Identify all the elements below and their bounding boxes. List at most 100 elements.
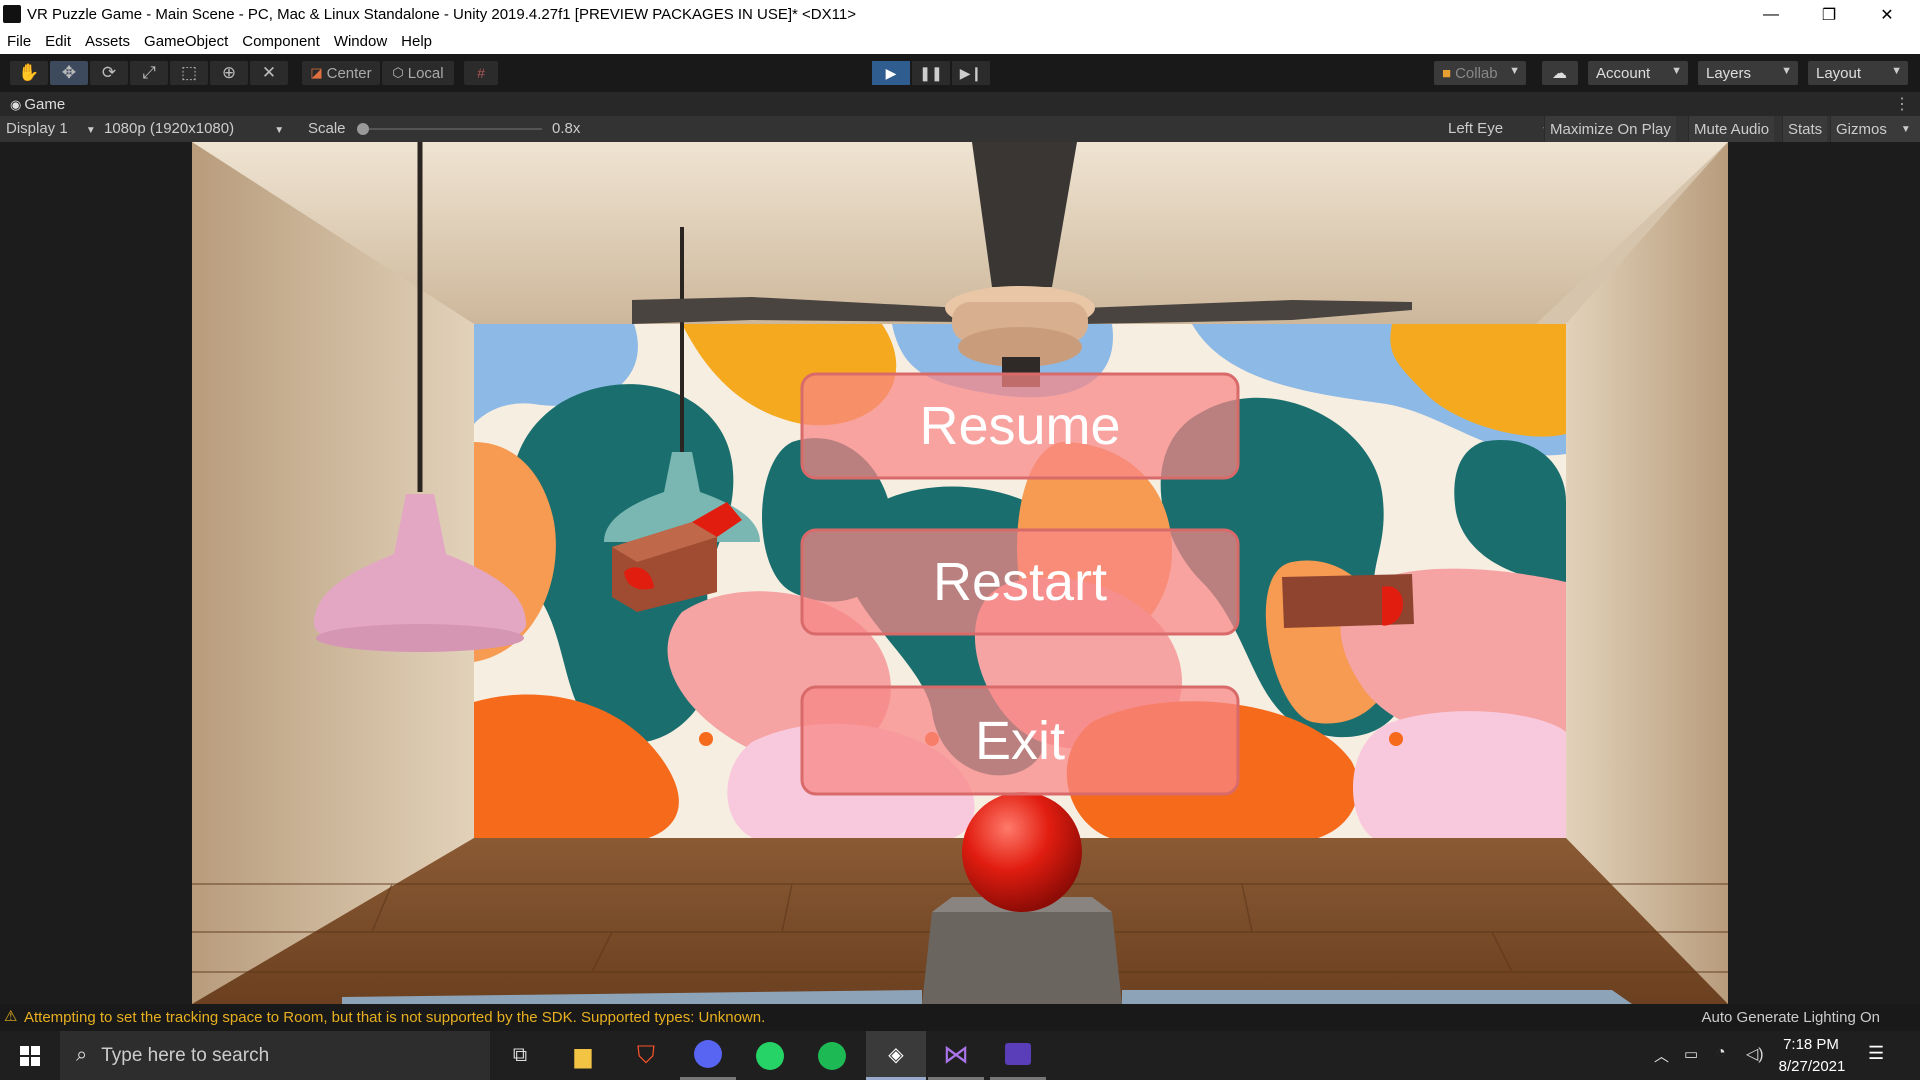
- game-view-toolbar: Display 1 ▼ 1080p (1920x1080) ▼ Scale 0.…: [0, 116, 1920, 142]
- gamepad-icon: ◉: [10, 97, 22, 112]
- play-button[interactable]: ▶: [872, 61, 910, 85]
- notification-icon[interactable]: ☰: [1868, 1043, 1884, 1064]
- hand-icon: ✋: [18, 63, 40, 82]
- discord-button[interactable]: [680, 1031, 736, 1080]
- menu-assets[interactable]: Assets: [78, 29, 137, 54]
- account-label: Account: [1596, 64, 1651, 82]
- status-bar: ⚠ Attempting to set the tracking space t…: [0, 1004, 1920, 1031]
- stats-toggle[interactable]: Stats: [1782, 116, 1828, 142]
- game-scene[interactable]: Resume Restart Exit: [192, 142, 1728, 1004]
- menu-file[interactable]: File: [0, 29, 38, 54]
- game-tab-bar: ◉ Game ⋮: [0, 92, 1920, 116]
- collab-label: Collab: [1455, 64, 1498, 82]
- menu-component[interactable]: Component: [235, 29, 327, 54]
- maximize-button[interactable]: ❐: [1800, 0, 1858, 29]
- resolution-dropdown[interactable]: 1080p (1920x1080) ▼: [104, 120, 284, 137]
- file-explorer-button[interactable]: ▆: [555, 1031, 611, 1080]
- scale-slider-thumb[interactable]: [357, 123, 369, 135]
- display-dropdown[interactable]: Display 1 ▼: [6, 120, 96, 137]
- windows-icon: [20, 1045, 40, 1066]
- hand-tool-button[interactable]: ✋: [10, 61, 48, 85]
- layers-dropdown[interactable]: Layers ▼: [1698, 61, 1798, 85]
- resolution-label: 1080p (1920x1080): [104, 120, 235, 137]
- move-icon: ✥: [61, 63, 77, 82]
- visual-studio-icon: ⋈: [943, 1038, 969, 1069]
- chevron-up-icon[interactable]: ︿: [1654, 1045, 1669, 1066]
- rotate-icon: ⟳: [101, 63, 117, 82]
- unity-button[interactable]: ◈: [866, 1031, 926, 1080]
- task-view-button[interactable]: ⧉: [492, 1031, 548, 1080]
- scale-value: 0.8x: [552, 120, 581, 137]
- resume-button[interactable]: Resume: [802, 374, 1238, 478]
- windows-taskbar: ⌕ Type here to search ⧉ ▆ ⛉ ◈ ⋈ ︿ ▭ ◔ ◁)…: [0, 1031, 1920, 1080]
- clock-date[interactable]: 8/27/2021: [1772, 1058, 1852, 1075]
- layout-dropdown[interactable]: Layout ▼: [1808, 61, 1908, 85]
- step-button[interactable]: ▶❙: [952, 61, 990, 85]
- account-dropdown[interactable]: Account ▼: [1588, 61, 1688, 85]
- brave-button[interactable]: ⛉: [618, 1031, 674, 1080]
- eye-label: Left Eye: [1448, 120, 1504, 137]
- volume-icon[interactable]: ◁): [1746, 1044, 1764, 1064]
- grid-snap-button[interactable]: #: [464, 61, 498, 85]
- tools-icon: ✕: [261, 63, 277, 82]
- rect-icon: ⬚: [180, 63, 198, 82]
- step-icon: ▶❙: [959, 64, 983, 81]
- close-button[interactable]: ✕: [1858, 0, 1916, 29]
- rotate-tool-button[interactable]: ⟳: [90, 61, 128, 85]
- scale-slider-track[interactable]: [360, 128, 542, 130]
- tab-game-label: Game: [24, 96, 66, 113]
- chevron-down-icon: ▼: [1900, 123, 1911, 135]
- menu-window[interactable]: Window: [327, 29, 394, 54]
- gizmos-dropdown[interactable]: Gizmos ▼: [1830, 116, 1920, 142]
- menu-gameobject[interactable]: GameObject: [137, 29, 235, 54]
- warning-icon: ⚠: [4, 1008, 18, 1025]
- start-button[interactable]: [0, 1031, 60, 1080]
- cloud-button[interactable]: ☁: [1542, 61, 1578, 85]
- brave-icon: ⛉: [637, 1041, 655, 1069]
- video-editor-button[interactable]: [990, 1031, 1046, 1080]
- pivot-label: Center: [326, 64, 372, 82]
- menu-help[interactable]: Help: [394, 29, 439, 54]
- scale-tool-button[interactable]: ⤢: [130, 61, 168, 85]
- move-tool-button[interactable]: ✥: [50, 61, 88, 85]
- menu-edit[interactable]: Edit: [38, 29, 78, 54]
- exit-button[interactable]: Exit: [802, 687, 1238, 794]
- whatsapp-button[interactable]: [742, 1031, 798, 1080]
- search-placeholder: Type here to search: [101, 1044, 270, 1066]
- layers-label: Layers: [1706, 64, 1752, 82]
- wifi-icon[interactable]: ◔: [1716, 1044, 1726, 1062]
- collab-dropdown[interactable]: ■ Collab ▼: [1434, 61, 1526, 85]
- eye-dropdown[interactable]: Left Eye ▼: [1448, 120, 1551, 137]
- custom-tool-button[interactable]: ✕: [250, 61, 288, 85]
- more-options-icon[interactable]: ⋮: [1894, 94, 1910, 114]
- chevron-down-icon: ▼: [1671, 65, 1682, 77]
- layout-label: Layout: [1816, 64, 1862, 82]
- pause-icon: ❚❚: [919, 64, 943, 81]
- console-warning-message[interactable]: Attempting to set the tracking space to …: [24, 1009, 765, 1026]
- minimize-button[interactable]: —: [1742, 0, 1800, 29]
- whatsapp-icon: [756, 1041, 784, 1070]
- clock-time[interactable]: 7:18 PM: [1776, 1036, 1846, 1053]
- pivot-center-button[interactable]: ◪ Center: [302, 61, 380, 85]
- discord-icon: [694, 1040, 722, 1068]
- chevron-down-icon: ▼: [274, 125, 285, 136]
- chevron-down-icon: ▼: [85, 125, 96, 136]
- video-editor-icon: [1005, 1043, 1031, 1065]
- tab-game[interactable]: ◉ Game: [10, 96, 65, 113]
- spotify-button[interactable]: [804, 1031, 860, 1080]
- transform-tool-button[interactable]: ⊕: [210, 61, 248, 85]
- chevron-down-icon: ▼: [1509, 65, 1520, 77]
- rect-tool-button[interactable]: ⬚: [170, 61, 208, 85]
- search-icon: ⌕: [76, 1044, 88, 1066]
- window-title: VR Puzzle Game - Main Scene - PC, Mac & …: [27, 6, 856, 23]
- pivot-local-button[interactable]: ⬡ Local: [382, 61, 454, 85]
- taskbar-search-box[interactable]: ⌕ Type here to search: [60, 1031, 490, 1080]
- pause-button[interactable]: ❚❚: [912, 61, 950, 85]
- maximize-on-play-toggle[interactable]: Maximize On Play: [1544, 116, 1676, 142]
- battery-icon[interactable]: ▭: [1684, 1045, 1698, 1063]
- main-toolbar: ✋ ✥ ⟳ ⤢ ⬚ ⊕ ✕ ◪ Center ⬡ Local # ▶ ❚❚ ▶❙…: [0, 54, 1920, 92]
- restart-button[interactable]: Restart: [802, 530, 1238, 634]
- mute-audio-toggle[interactable]: Mute Audio: [1688, 116, 1775, 142]
- visual-studio-button[interactable]: ⋈: [928, 1031, 984, 1080]
- local-icon: ⬡: [392, 65, 404, 80]
